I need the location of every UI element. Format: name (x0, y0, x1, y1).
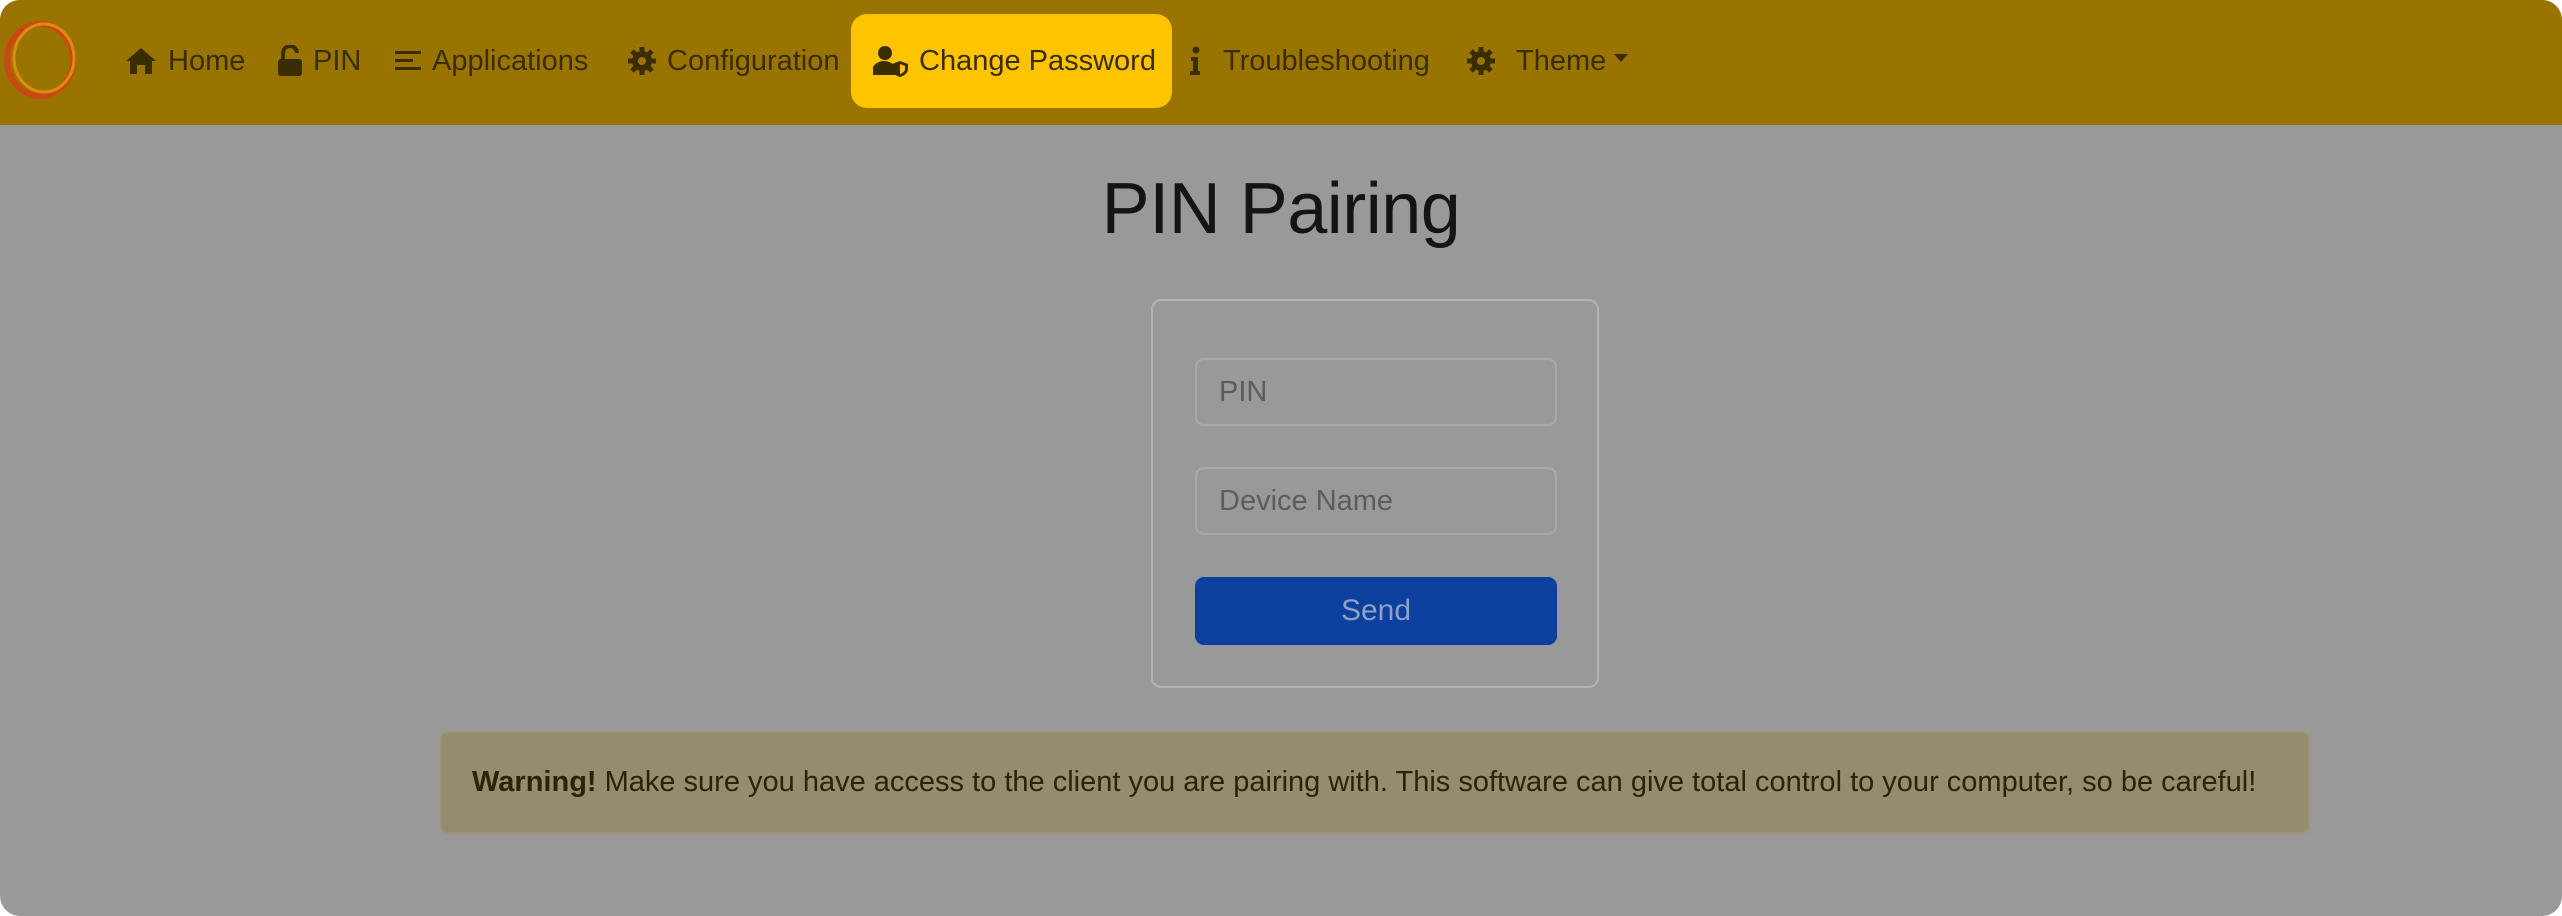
nav-troubleshooting[interactable]: Troubleshooting (1189, 14, 1430, 108)
nav-troubleshooting-label: Troubleshooting (1223, 44, 1430, 77)
warning-text: Make sure you have access to the client … (604, 766, 2257, 798)
nav-change-password[interactable]: Change Password (851, 14, 1172, 108)
info-icon (1189, 46, 1201, 76)
gear-icon (1466, 46, 1496, 76)
nav-home-label: Home (168, 44, 246, 77)
send-button[interactable]: Send (1195, 577, 1557, 645)
nav-theme-dropdown[interactable]: Theme (1466, 14, 1629, 108)
home-icon (124, 46, 158, 76)
nav-pin-label: PIN (313, 44, 362, 77)
user-shield-icon (873, 45, 909, 77)
nav-configuration-label: Configuration (667, 44, 840, 77)
pin-input[interactable] (1195, 358, 1557, 426)
top-navbar: Home PIN Applications Configuration Chan (0, 0, 2562, 125)
nav-change-password-label: Change Password (919, 44, 1156, 77)
unlock-icon (277, 45, 303, 77)
app-window: Home PIN Applications Configuration Chan (0, 0, 2562, 916)
nav-configuration[interactable]: Configuration (627, 14, 840, 108)
nav-applications-label: Applications (432, 44, 589, 77)
nav-pin[interactable]: PIN (277, 14, 361, 108)
app-logo[interactable] (2, 18, 80, 102)
nav-theme-label: Theme (1516, 44, 1607, 77)
nav-applications[interactable]: Applications (394, 14, 588, 108)
warning-alert: Warning! Make sure you have access to th… (440, 731, 2310, 834)
gear-icon (627, 46, 657, 76)
list-icon (394, 48, 422, 74)
chevron-down-icon (1614, 54, 1629, 62)
device-name-input[interactable] (1195, 467, 1557, 535)
page-title: PIN Pairing (1101, 169, 1461, 249)
nav-home[interactable]: Home (124, 14, 245, 108)
pin-pairing-form: Send (1151, 299, 1599, 688)
warning-strong-text: Warning! (472, 766, 597, 798)
